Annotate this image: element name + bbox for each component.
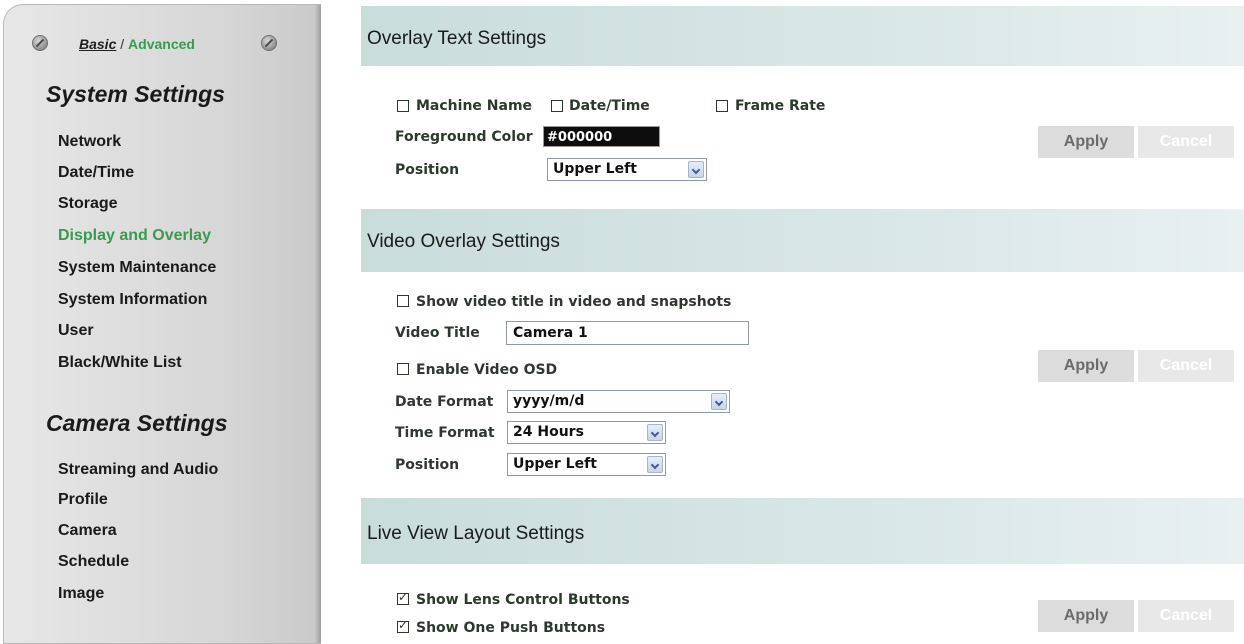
overlay-cancel-button[interactable]: Cancel <box>1138 126 1234 158</box>
date-time-label: Date/Time <box>569 98 650 114</box>
one-push-label: Show One Push Buttons <box>416 620 606 636</box>
lens-control-checkbox[interactable] <box>397 590 409 605</box>
video-position-select[interactable]: Upper Left <box>507 453 666 476</box>
time-format-label: Time Format <box>395 425 495 441</box>
advanced-mode-link[interactable]: Advanced <box>128 36 195 52</box>
chevron-down-icon <box>647 456 663 473</box>
mode-switch: Basic / Advanced <box>79 36 195 52</box>
live-view-cancel-button[interactable]: Cancel <box>1138 600 1234 632</box>
system-settings-title: System Settings <box>46 81 225 107</box>
overlay-position-select[interactable]: Upper Left <box>547 158 707 181</box>
video-overlay-title: Video Overlay Settings <box>367 231 560 252</box>
camera-settings-title: Camera Settings <box>46 410 228 436</box>
live-view-title: Live View Layout Settings <box>367 523 585 544</box>
sidebar-item-profile[interactable]: Profile <box>58 491 108 509</box>
sidebar-item-camera[interactable]: Camera <box>58 522 117 540</box>
overlay-apply-button[interactable]: Apply <box>1038 126 1134 158</box>
chevron-down-icon <box>688 161 704 178</box>
date-time-checkbox[interactable] <box>551 100 563 112</box>
sidebar-item-network[interactable]: Network <box>58 133 121 151</box>
frame-rate-checkbox[interactable] <box>716 100 728 112</box>
sidebar-item-system-information[interactable]: System Information <box>58 291 207 309</box>
date-format-label: Date Format <box>395 394 494 410</box>
time-format-select[interactable]: 24 Hours <box>507 421 666 444</box>
sidebar-rim <box>315 5 321 643</box>
video-cancel-button[interactable]: Cancel <box>1138 350 1234 382</box>
video-position-label: Position <box>395 457 460 473</box>
overlay-text-title: Overlay Text Settings <box>367 28 547 49</box>
sidebar-item-user[interactable]: User <box>58 322 94 340</box>
basic-mode-link[interactable]: Basic <box>79 36 116 52</box>
overlay-position-label: Position <box>395 162 460 178</box>
sidebar-item-black-white-list[interactable]: Black/White List <box>58 354 182 372</box>
video-apply-button[interactable]: Apply <box>1038 350 1134 382</box>
date-format-select[interactable]: yyyy/m/d <box>507 390 730 413</box>
show-video-title-checkbox[interactable] <box>397 295 409 307</box>
show-video-title-label: Show video title in video and snapshots <box>416 294 732 310</box>
video-title-label: Video Title <box>395 325 480 341</box>
sidebar-item-schedule[interactable]: Schedule <box>58 553 129 571</box>
sidebar-item-system-maintenance[interactable]: System Maintenance <box>58 259 216 277</box>
one-push-checkbox[interactable] <box>397 618 409 633</box>
video-title-input[interactable]: Camera 1 <box>506 321 749 345</box>
chevron-down-icon <box>647 424 663 441</box>
time-format-value: 24 Hours <box>513 424 584 440</box>
machine-name-label: Machine Name <box>416 98 533 114</box>
sidebar-item-streaming-and-audio[interactable]: Streaming and Audio <box>58 461 218 479</box>
date-format-value: yyyy/m/d <box>513 393 585 409</box>
sidebar-item-image[interactable]: Image <box>58 585 104 603</box>
enable-video-osd-checkbox[interactable] <box>397 363 409 375</box>
sidebar-item-display-and-overlay[interactable]: Display and Overlay <box>58 227 211 245</box>
enable-video-osd-label: Enable Video OSD <box>416 362 558 378</box>
overlay-text-header: Overlay Text Settings <box>361 6 1244 66</box>
frame-rate-label: Frame Rate <box>735 98 826 114</box>
video-position-value: Upper Left <box>513 456 597 472</box>
chevron-down-icon <box>711 393 727 410</box>
live-view-apply-button[interactable]: Apply <box>1038 600 1134 632</box>
video-overlay-header: Video Overlay Settings <box>361 209 1244 272</box>
foreground-color-label: Foreground Color <box>395 129 533 145</box>
screw-icon <box>261 35 277 51</box>
overlay-position-value: Upper Left <box>553 161 637 177</box>
sidebar: Basic / Advanced System Settings Network… <box>3 4 321 644</box>
screw-icon <box>32 35 48 51</box>
foreground-color-field[interactable]: #000000 <box>543 126 660 147</box>
live-view-header: Live View Layout Settings <box>361 498 1244 564</box>
sidebar-item-date-time[interactable]: Date/Time <box>58 164 134 182</box>
lens-control-label: Show Lens Control Buttons <box>416 592 630 608</box>
sidebar-item-storage[interactable]: Storage <box>58 195 118 213</box>
machine-name-checkbox[interactable] <box>397 100 409 112</box>
mode-separator: / <box>116 36 129 52</box>
main-content: Overlay Text Settings Machine Name Date/… <box>361 0 1244 639</box>
